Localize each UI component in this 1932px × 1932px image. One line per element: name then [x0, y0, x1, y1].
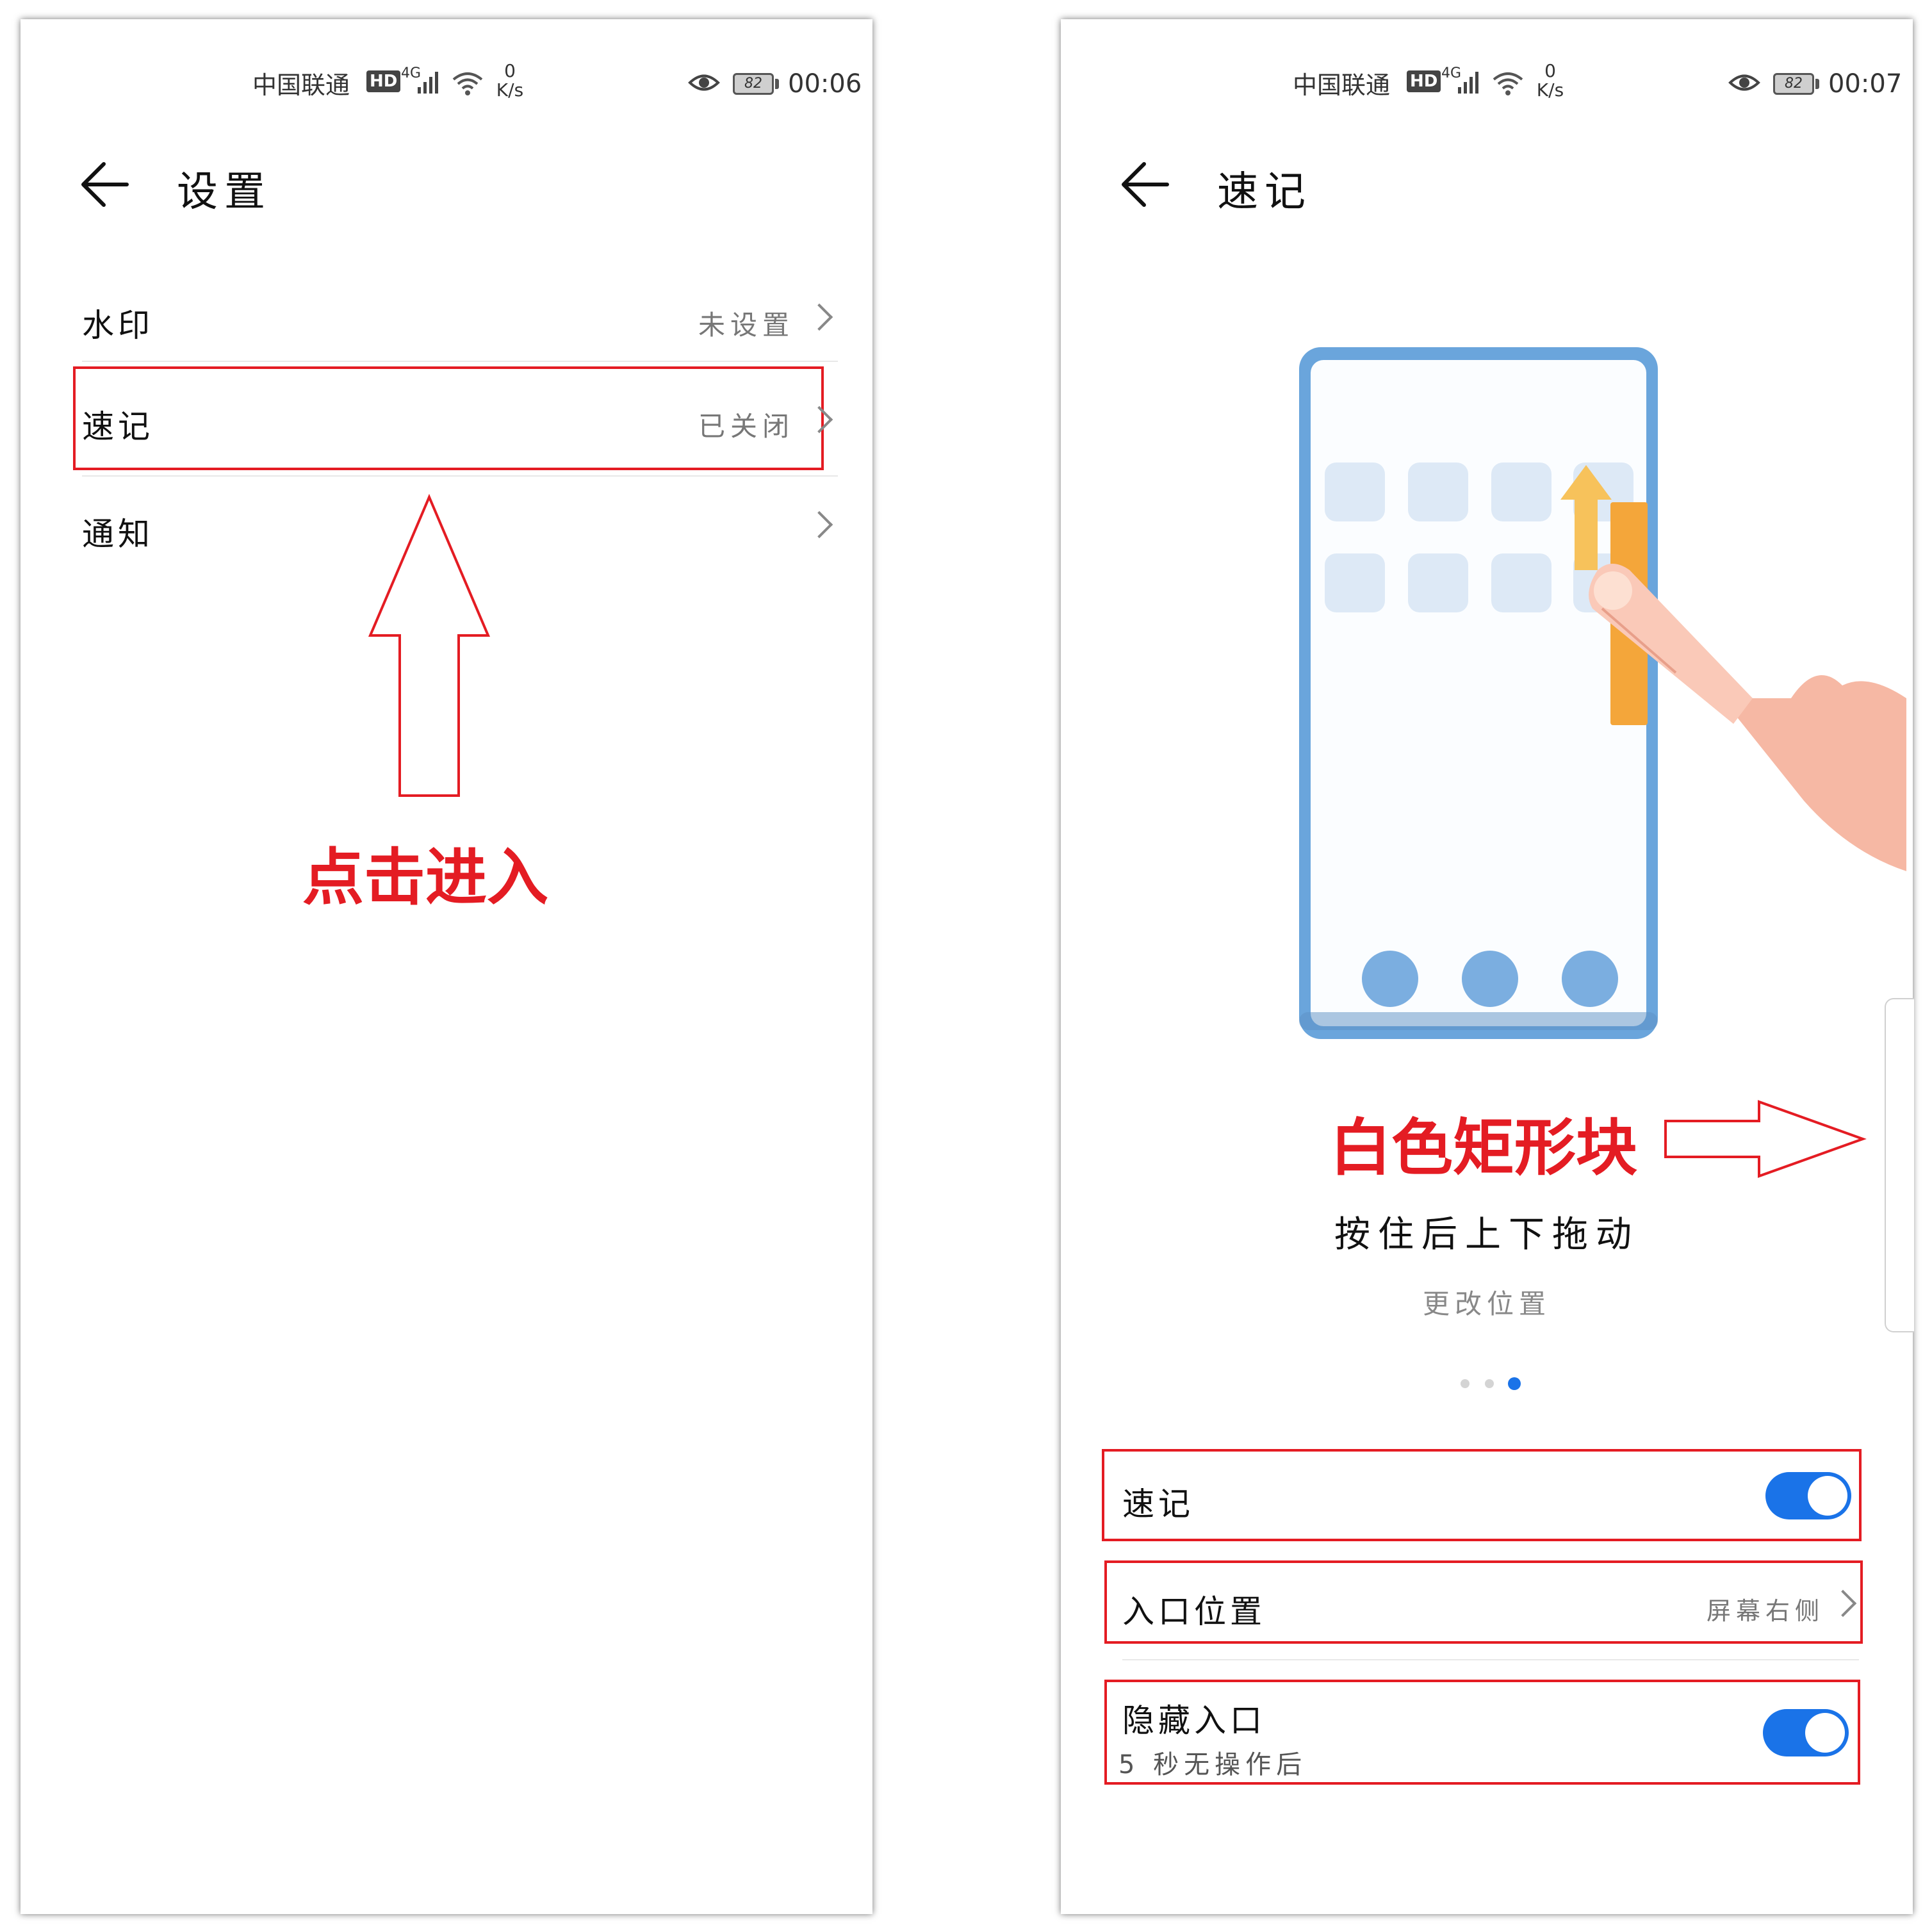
eye-comfort-icon — [688, 74, 720, 91]
description-title: 按住后上下拖动 — [1334, 1214, 1639, 1256]
clock: 00:07 — [1828, 69, 1903, 99]
pager-dot — [1485, 1379, 1494, 1388]
signal-icon — [418, 72, 438, 94]
hide-entry-toggle[interactable] — [1763, 1709, 1849, 1756]
settings-screen: 中国联通 HD 4G 0 K/s 82 00:06 设置 水印 未设置 速记 已… — [20, 19, 872, 1914]
chevron-right-icon — [805, 303, 833, 331]
annotation-text: 白色矩形块 — [1330, 1112, 1637, 1184]
toggle-row-quick-note[interactable]: 速记 — [1122, 1453, 1859, 1537]
up-arrow-annotation-icon — [368, 493, 491, 797]
settings-row-entry-position[interactable]: 入口位置 屏幕右侧 — [1122, 1563, 1859, 1641]
row-value: 屏幕右侧 — [1706, 1597, 1824, 1625]
wifi-icon — [452, 72, 483, 95]
pager-dots — [1455, 1376, 1532, 1391]
row-label: 速记 — [82, 408, 154, 445]
status-bar: 中国联通 HD 4G 0 K/s 82 00:06 — [20, 19, 872, 100]
signal-icon — [1458, 72, 1478, 94]
divider — [1122, 1659, 1859, 1660]
divider — [82, 361, 838, 362]
right-arrow-annotation-icon — [1664, 1100, 1867, 1178]
row-label: 入口位置 — [1122, 1593, 1266, 1630]
page-title: 设置 — [177, 168, 272, 216]
clock: 00:06 — [788, 69, 862, 99]
row-label: 速记 — [1122, 1486, 1194, 1523]
divider — [82, 475, 838, 477]
row-value: 已关闭 — [698, 411, 794, 442]
status-bar: 中国联通 HD 4G 0 K/s 82 00:07 — [1061, 19, 1913, 100]
back-arrow-icon[interactable] — [79, 159, 131, 210]
hd-icon: HD — [366, 70, 401, 92]
toggle-row-hide-entry[interactable]: 隐藏入口 5 秒无操作后 — [1118, 1682, 1858, 1782]
settings-row-watermark[interactable]: 水印 未设置 — [82, 275, 835, 359]
page-title: 速记 — [1217, 168, 1312, 216]
quick-note-toggle[interactable] — [1765, 1472, 1851, 1519]
annotation-text: 点击进入 — [302, 842, 548, 913]
hd-icon: HD — [1407, 70, 1441, 92]
chevron-right-icon — [805, 405, 833, 434]
description-subtitle: 更改位置 — [1422, 1288, 1551, 1320]
chevron-right-icon — [1829, 1589, 1857, 1617]
quick-note-screen: 中国联通 HD 4G 0 K/s 82 00:07 速记 白色矩形块 按住后上下… — [1061, 19, 1914, 1914]
battery-icon: 82 — [1773, 73, 1814, 95]
network-speed: 0 K/s — [496, 60, 524, 101]
phone-swipe-illustration — [1299, 347, 1906, 1039]
back-arrow-icon[interactable] — [1120, 159, 1171, 210]
eye-comfort-icon — [1728, 74, 1760, 91]
battery-cap — [1815, 79, 1819, 89]
row-label: 水印 — [82, 307, 154, 344]
settings-row-quick-note[interactable]: 速记 已关闭 — [82, 370, 835, 466]
carrier-label: 中国联通 — [252, 71, 350, 99]
carrier-label: 中国联通 — [1293, 71, 1391, 99]
pager-dot — [1461, 1379, 1469, 1388]
row-sublabel: 5 秒无操作后 — [1118, 1750, 1307, 1780]
chevron-right-icon — [805, 511, 833, 539]
row-label: 通知 — [82, 516, 154, 553]
pager-dot-active — [1508, 1377, 1521, 1390]
wifi-icon — [1493, 72, 1523, 95]
battery-cap — [775, 79, 779, 89]
row-label: 隐藏入口 — [1122, 1702, 1266, 1739]
network-speed: 0 K/s — [1536, 60, 1564, 101]
battery-icon: 82 — [733, 73, 774, 95]
row-value: 未设置 — [698, 309, 794, 341]
